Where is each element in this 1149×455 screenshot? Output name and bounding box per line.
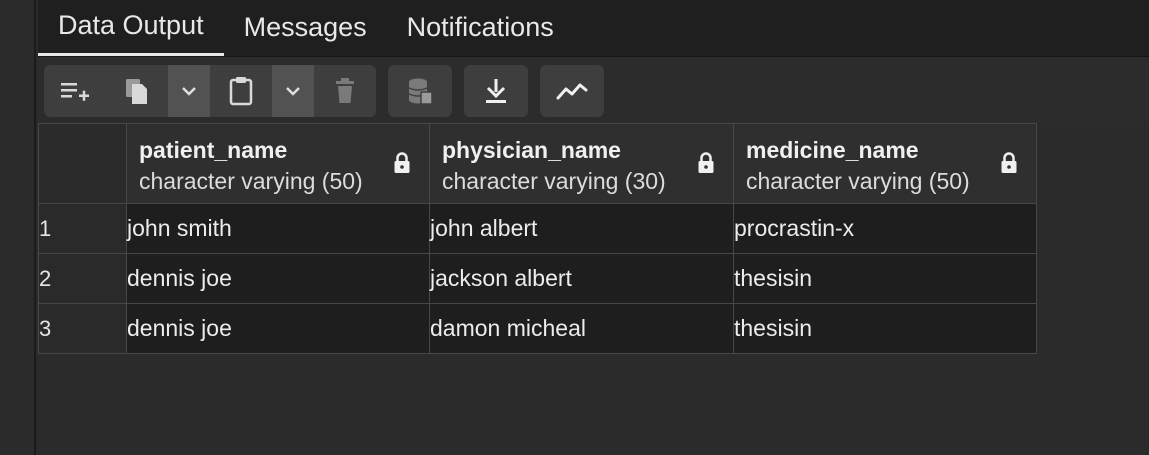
copy-options-dropdown[interactable] <box>168 65 210 117</box>
column-type: character varying (50) <box>746 167 970 194</box>
left-rail <box>0 0 36 455</box>
table-cell[interactable]: thesisin <box>733 303 1037 354</box>
results-table: patient_name character varying (50) phys… <box>38 123 1037 354</box>
column-type: character varying (50) <box>139 167 363 194</box>
graph-visualiser-group <box>540 65 604 117</box>
row-number[interactable]: 1 <box>38 203 127 254</box>
save-data-button[interactable] <box>388 65 452 117</box>
column-name: patient_name <box>139 136 288 163</box>
row-number[interactable]: 2 <box>38 253 127 304</box>
copy-icon <box>123 76 151 106</box>
lock-icon <box>697 152 715 179</box>
save-data-icon <box>406 76 434 106</box>
table-row[interactable]: 2 dennis joe jackson albert thesisin <box>38 253 1037 304</box>
table-row[interactable]: 3 dennis joe damon micheal thesisin <box>38 303 1037 354</box>
column-name: medicine_name <box>746 136 919 163</box>
column-header-physician-name[interactable]: physician_name character varying (30) <box>429 123 734 204</box>
save-data-group <box>388 65 452 117</box>
tab-notifications[interactable]: Notifications <box>387 2 574 56</box>
graph-visualiser-button[interactable] <box>540 65 604 117</box>
copy-button[interactable] <box>106 65 168 117</box>
paste-button[interactable] <box>210 65 272 117</box>
table-cell[interactable]: john albert <box>429 203 734 254</box>
lock-icon <box>393 152 411 179</box>
column-name: physician_name <box>442 136 621 163</box>
download-icon <box>483 77 509 105</box>
paste-options-dropdown[interactable] <box>272 65 314 117</box>
column-header-medicine-name[interactable]: medicine_name character varying (50) <box>733 123 1037 204</box>
table-cell[interactable]: jackson albert <box>429 253 734 304</box>
add-row-icon <box>59 78 91 104</box>
table-cell[interactable]: thesisin <box>733 253 1037 304</box>
query-results-panel: Data Output Messages Notifications patie… <box>0 0 1149 455</box>
paste-icon <box>227 75 255 107</box>
table-cell[interactable]: dennis joe <box>126 253 430 304</box>
table-cell[interactable]: procrastin-x <box>733 203 1037 254</box>
table-cell[interactable]: dennis joe <box>126 303 430 354</box>
results-tab-bar: Data Output Messages Notifications <box>38 0 1149 57</box>
graph-visualiser-icon <box>556 80 588 102</box>
chevron-down-icon <box>181 85 197 97</box>
download-group <box>464 65 528 117</box>
download-button[interactable] <box>464 65 528 117</box>
add-row-button[interactable] <box>44 65 106 117</box>
chevron-down-icon <box>285 85 301 97</box>
lock-icon <box>1000 152 1018 179</box>
table-row[interactable]: 1 john smith john albert procrastin-x <box>38 203 1037 254</box>
data-grid: patient_name character varying (50) phys… <box>38 123 1149 455</box>
table-cell[interactable]: damon micheal <box>429 303 734 354</box>
results-toolbar <box>38 57 1149 123</box>
delete-button[interactable] <box>314 65 376 117</box>
table-cell[interactable]: john smith <box>126 203 430 254</box>
column-header-patient-name[interactable]: patient_name character varying (50) <box>126 123 430 204</box>
tab-data-output[interactable]: Data Output <box>38 2 224 56</box>
delete-icon <box>333 77 357 105</box>
column-type: character varying (30) <box>442 167 666 194</box>
select-all-corner[interactable] <box>38 123 127 204</box>
row-number[interactable]: 3 <box>38 303 127 354</box>
edit-button-group <box>44 65 376 117</box>
tab-messages[interactable]: Messages <box>224 2 387 56</box>
